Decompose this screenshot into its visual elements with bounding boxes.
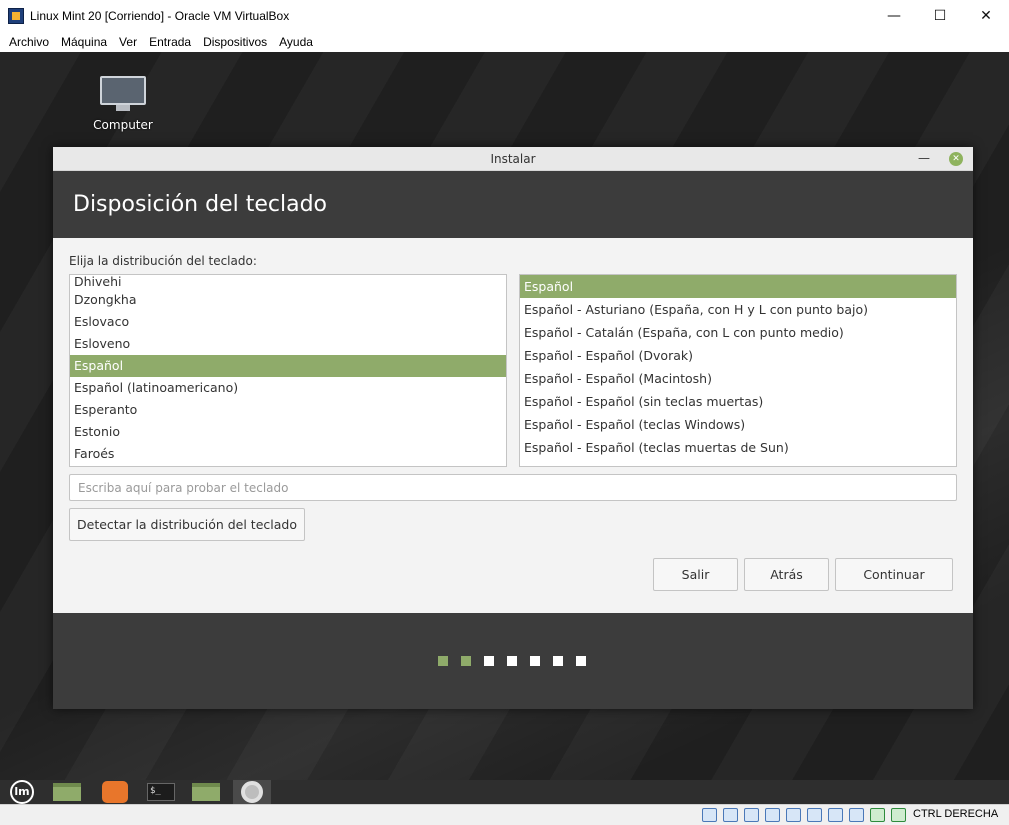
virtualbox-icon xyxy=(8,7,24,24)
layout-list[interactable]: Dhivehi Dzongkha Eslovaco Esloveno Españ… xyxy=(69,274,507,467)
list-item[interactable]: Estonio xyxy=(70,421,506,443)
progress-step xyxy=(553,656,563,666)
audio-icon[interactable] xyxy=(744,808,759,822)
list-item[interactable]: Español - Asturiano (España, con H y L c… xyxy=(520,298,956,321)
list-item[interactable]: Faroés xyxy=(70,443,506,465)
list-item[interactable]: Esloveno xyxy=(70,333,506,355)
files-launcher[interactable] xyxy=(187,780,225,804)
progress-step xyxy=(484,656,494,666)
installer-titlebar: Instalar — ✕ xyxy=(53,147,973,171)
guest-taskbar: lm $_ xyxy=(0,780,1009,804)
vbox-menubar: Archivo Máquina Ver Entrada Dispositivos… xyxy=(0,31,1009,52)
list-item[interactable]: Español - Español (teclas muertas de Sun… xyxy=(520,436,956,459)
progress-step xyxy=(530,656,540,666)
menu-entrada[interactable]: Entrada xyxy=(143,35,197,49)
mint-logo-icon: lm xyxy=(10,780,34,804)
terminal-icon: $_ xyxy=(147,783,175,801)
usb-icon[interactable] xyxy=(786,808,801,822)
page-title: Disposición del teclado xyxy=(73,192,327,217)
detect-layout-button[interactable]: Detectar la distribución del teclado xyxy=(69,508,305,541)
variant-list[interactable]: Español Español - Asturiano (España, con… xyxy=(519,274,957,467)
installer-header: Disposición del teclado xyxy=(53,171,973,238)
optical-drive-icon[interactable] xyxy=(723,808,738,822)
close-icon[interactable]: ✕ xyxy=(963,0,1009,31)
shared-folders-icon[interactable] xyxy=(807,808,822,822)
installer-title: Instalar xyxy=(490,152,536,166)
keyboard-test-input[interactable] xyxy=(69,474,957,501)
display-icon[interactable] xyxy=(828,808,843,822)
list-item[interactable]: Español (latinoamericano) xyxy=(70,377,506,399)
progress-steps xyxy=(438,656,599,666)
list-item[interactable]: Dzongkha xyxy=(70,289,506,311)
menu-ver[interactable]: Ver xyxy=(113,35,143,49)
list-item[interactable]: Español - Español (sin teclas muertas) xyxy=(520,390,956,413)
list-item[interactable]: Dhivehi xyxy=(70,275,506,289)
back-button[interactable]: Atrás xyxy=(744,558,829,591)
list-item[interactable]: Eslovaco xyxy=(70,311,506,333)
list-item[interactable]: Español - Español (Macintosh) xyxy=(520,367,956,390)
status-icons xyxy=(702,808,912,822)
recording-icon[interactable] xyxy=(849,808,864,822)
network-icon[interactable] xyxy=(765,808,780,822)
installer-body: Elija la distribución del teclado: Dhive… xyxy=(53,238,973,613)
list-item-selected[interactable]: Español xyxy=(520,275,956,298)
installer-window: Instalar — ✕ Disposición del teclado Eli… xyxy=(53,147,973,709)
firefox-icon xyxy=(102,781,128,803)
hard-disk-icon[interactable] xyxy=(702,808,717,822)
terminal-launcher[interactable]: $_ xyxy=(142,780,180,804)
list-item-selected[interactable]: Español xyxy=(70,355,506,377)
window-title: Linux Mint 20 [Corriendo] - Oracle VM Vi… xyxy=(30,8,290,23)
show-desktop-button[interactable] xyxy=(48,780,86,804)
mouse-integration-icon[interactable] xyxy=(891,808,906,822)
progress-step xyxy=(438,656,448,666)
vbox-statusbar: CTRL DERECHA xyxy=(0,804,1009,825)
desktop-icon-computer[interactable]: Computer xyxy=(88,76,158,132)
disc-icon xyxy=(241,781,263,803)
vbox-titlebar: Linux Mint 20 [Corriendo] - Oracle VM Vi… xyxy=(0,0,1009,31)
maximize-icon[interactable]: ☐ xyxy=(917,0,963,31)
menu-maquina[interactable]: Máquina xyxy=(55,35,113,49)
layout-prompt: Elija la distribución del teclado: xyxy=(69,254,257,268)
guest-desktop: Computer Instalar — ✕ Disposición del te… xyxy=(0,52,1009,780)
list-item[interactable]: Español - Español (teclas Windows) xyxy=(520,413,956,436)
menu-button[interactable]: lm xyxy=(3,780,41,804)
installer-footer xyxy=(53,613,973,709)
menu-archivo[interactable]: Archivo xyxy=(3,35,55,49)
list-item[interactable]: Español - Catalán (España, con L con pun… xyxy=(520,321,956,344)
desktop-icon-label: Computer xyxy=(93,118,153,132)
cpu-icon[interactable] xyxy=(870,808,885,822)
list-item[interactable]: Esperanto xyxy=(70,399,506,421)
window-controls: — ☐ ✕ xyxy=(871,0,1009,31)
minimize-icon[interactable]: — xyxy=(917,151,931,165)
folder-icon xyxy=(192,783,220,801)
installer-task[interactable] xyxy=(233,780,271,804)
progress-step xyxy=(576,656,586,666)
close-icon[interactable]: ✕ xyxy=(949,152,963,166)
progress-step xyxy=(461,656,471,666)
host-key-label: CTRL DERECHA xyxy=(913,808,999,820)
menu-ayuda[interactable]: Ayuda xyxy=(273,35,319,49)
minimize-icon[interactable]: — xyxy=(871,0,917,31)
desktop-icon xyxy=(53,783,81,801)
list-item[interactable]: Español - Español (Dvorak) xyxy=(520,344,956,367)
progress-step xyxy=(507,656,517,666)
firefox-launcher[interactable] xyxy=(96,780,134,804)
continue-button[interactable]: Continuar xyxy=(835,558,953,591)
menu-dispositivos[interactable]: Dispositivos xyxy=(197,35,273,49)
quit-button[interactable]: Salir xyxy=(653,558,738,591)
computer-icon xyxy=(100,76,146,112)
